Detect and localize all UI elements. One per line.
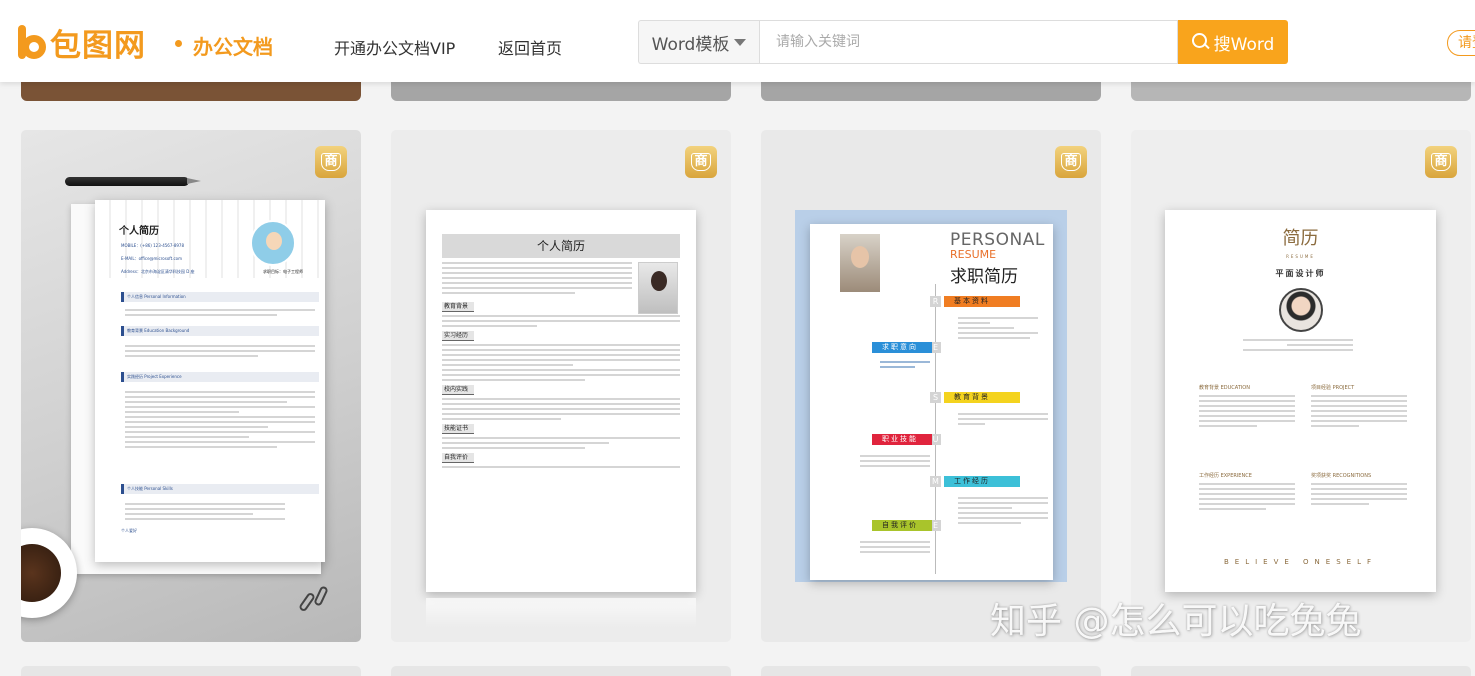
- search-button[interactable]: 搜Word: [1178, 20, 1288, 64]
- nav-home-link[interactable]: 返回首页: [498, 35, 562, 59]
- resume-subheading: RESUME: [950, 248, 997, 261]
- next-card-peek[interactable]: [391, 666, 731, 676]
- resume-address: Address：北京市海淀区清华科技园 D 座: [121, 269, 195, 274]
- letter-marker: R: [930, 296, 941, 307]
- resume-preview-1: 个人简历 MOBILE：(+86) 123-4567-8978 E-MAIL：o…: [95, 200, 325, 562]
- template-card-3[interactable]: PERSONAL RESUME 求职简历 R E S U M E 基本资料 求职…: [761, 130, 1101, 642]
- profile-photo: [840, 234, 880, 292]
- section-tag: 职业技能: [872, 434, 932, 445]
- letter-marker: S: [930, 392, 941, 403]
- next-card-peek[interactable]: [21, 666, 361, 676]
- caret-down-icon: [734, 38, 747, 46]
- section-header: 奖项获奖 RECOGNITIONS: [1311, 473, 1372, 479]
- section-dot: [175, 40, 182, 47]
- pen-decoration: [65, 177, 201, 186]
- section-header: 校内实践: [442, 385, 474, 395]
- profile-photo: [638, 262, 678, 314]
- search-icon: [1191, 33, 1210, 51]
- search-bar: Word模板 搜Word: [638, 20, 1288, 64]
- search-input[interactable]: [759, 20, 1178, 64]
- section-header: 项目经验 PROJECT: [1311, 385, 1355, 391]
- commercial-badge-icon: 商: [1425, 146, 1457, 178]
- paper-reflection: [426, 598, 696, 628]
- section-header: 个人技能 Personal Skills: [121, 484, 319, 494]
- watermark: 知乎 @怎么可以吃兔兔: [990, 601, 1362, 642]
- section-header: 实践经历 Project Experience: [121, 372, 319, 382]
- section-header: 教育背景: [442, 302, 474, 312]
- section-header: 实习经历: [442, 331, 474, 341]
- section-header: 技能证书: [442, 424, 474, 434]
- section-tag: 工作经历: [944, 476, 1020, 487]
- resume-preview-4: 简历 RESUME 平面设计师 教育背景 EDUCATION 项目经验 PROJ…: [1165, 210, 1436, 592]
- section-tag: 求职意向: [872, 342, 932, 353]
- letter-marker: M: [930, 476, 941, 487]
- resume-mobile: MOBILE：(+86) 123-4567-8978: [121, 243, 184, 248]
- coffee-cup-decoration: [21, 528, 77, 618]
- section-tag: 教育背景: [944, 392, 1020, 403]
- commercial-badge-icon: 商: [315, 146, 347, 178]
- resume-email: E-MAIL：office@microsoft.com: [121, 256, 183, 261]
- login-button[interactable]: 请登: [1447, 30, 1475, 56]
- logo-text: 包图网: [50, 27, 146, 64]
- template-card-2[interactable]: 个人简历 教育背景 实习经历 校内实践 技能证书 自我评价 商: [391, 130, 731, 642]
- section-header: 自我评价: [442, 453, 474, 463]
- next-card-peek[interactable]: [761, 666, 1101, 676]
- resume-title: 个人简历: [119, 226, 159, 237]
- resume-motto: BELIEVE ONESELF: [1223, 558, 1377, 566]
- section-tag: 基本资料: [944, 296, 1020, 307]
- section-tag: 自我评价: [872, 520, 932, 531]
- section-header: 教育背景 Education Background: [121, 326, 319, 336]
- paperclip-icon: [313, 585, 329, 607]
- template-card-4[interactable]: 简历 RESUME 平面设计师 教育背景 EDUCATION 项目经验 PROJ…: [1131, 130, 1471, 642]
- resume-job-title: 平面设计师: [1275, 269, 1326, 278]
- search-button-label: 搜Word: [1213, 34, 1275, 55]
- logo-b-icon: [18, 25, 48, 59]
- section-header: 工作经历 EXPERIENCE: [1199, 473, 1252, 479]
- section-header: 教育背景 EDUCATION: [1199, 385, 1250, 391]
- page: 包图网 办公文档 开通办公文档VIP 返回首页 Word模板 搜Word 请登: [0, 0, 1475, 676]
- site-logo[interactable]: 包图网: [18, 22, 146, 64]
- nav-vip-link[interactable]: 开通办公文档VIP: [334, 35, 455, 59]
- section-header: 个人爱好: [121, 528, 137, 533]
- avatar: [1279, 288, 1323, 332]
- resume-title: 求职简历: [950, 267, 1018, 287]
- prev-card-peek[interactable]: [21, 80, 361, 101]
- search-type-label: Word模板: [651, 34, 730, 55]
- resume-preview-3: PERSONAL RESUME 求职简历 R E S U M E 基本资料 求职…: [810, 224, 1053, 580]
- resume-title: 个人简历: [442, 234, 680, 258]
- resume-personal-heading: PERSONAL: [950, 230, 1045, 250]
- template-card-1[interactable]: 个人简历 MOBILE：(+86) 123-4567-8978 E-MAIL：o…: [21, 130, 361, 642]
- search-type-select[interactable]: Word模板: [638, 20, 759, 64]
- next-card-peek[interactable]: [1131, 666, 1471, 676]
- top-header: 包图网 办公文档 开通办公文档VIP 返回首页 Word模板 搜Word 请登: [0, 0, 1475, 82]
- prev-card-peek[interactable]: [761, 80, 1101, 101]
- resume-logo: 简历: [1282, 228, 1319, 249]
- prev-card-peek[interactable]: [391, 80, 731, 101]
- resume-preview-2: 个人简历 教育背景 实习经历 校内实践 技能证书 自我评价: [426, 210, 696, 592]
- resume-subheading: RESUME: [1286, 254, 1315, 259]
- prev-card-peek[interactable]: [1131, 80, 1471, 101]
- commercial-badge-icon: 商: [1055, 146, 1087, 178]
- section-title[interactable]: 办公文档: [193, 31, 273, 60]
- avatar: [250, 220, 296, 266]
- resume-goal: 求职目标：电子工程师: [263, 269, 303, 274]
- commercial-badge-icon: 商: [685, 146, 717, 178]
- section-header: 个人信息 Personal Information: [121, 292, 319, 302]
